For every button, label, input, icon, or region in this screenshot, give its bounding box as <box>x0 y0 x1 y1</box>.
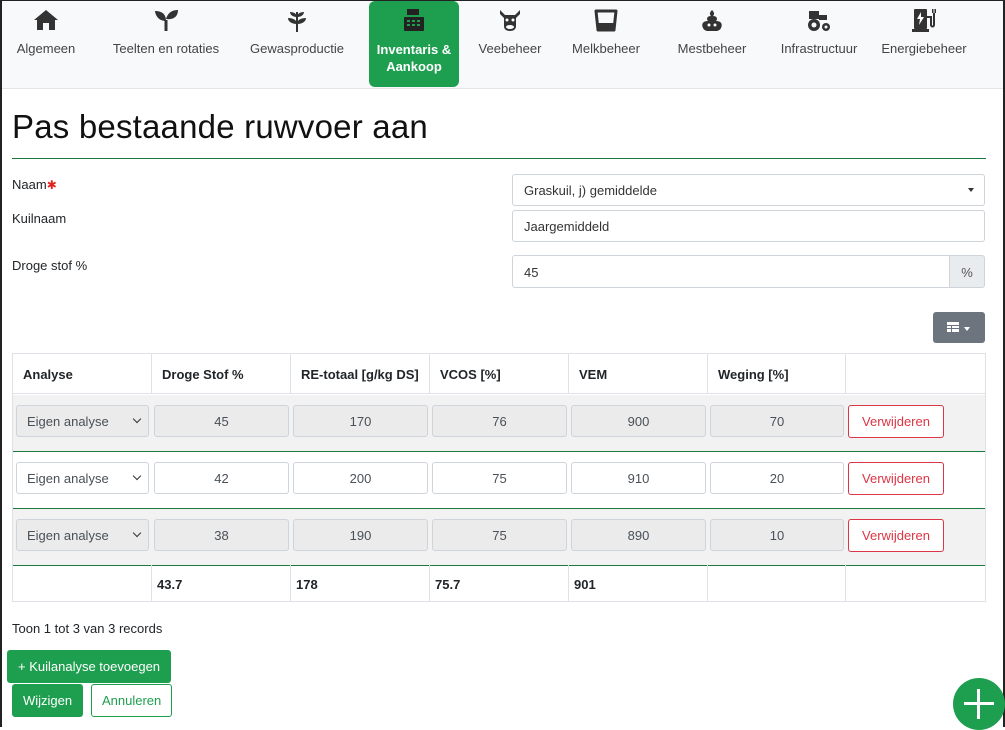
chevron-down-icon <box>132 471 142 481</box>
col-header-weging[interactable]: Weging [%] <box>708 354 846 394</box>
delete-row-button[interactable]: Verwijderen <box>848 519 944 552</box>
nav-teelten[interactable]: Teelten en rotaties <box>96 1 236 87</box>
vcos-input[interactable]: 76 <box>432 405 567 437</box>
re-totaal-input[interactable]: 200 <box>293 462 428 494</box>
col-header-analyse[interactable]: Analyse <box>13 354 152 394</box>
manure-icon <box>670 7 754 41</box>
nav-algemeen[interactable]: Algemeen <box>8 1 84 87</box>
caret-down-icon <box>964 327 970 331</box>
nav-label: Energiebeheer <box>881 41 967 56</box>
nav-label: Mestbeheer <box>677 41 747 56</box>
caret-down-icon <box>968 188 974 192</box>
nav-label: Teelten en rotaties <box>112 41 220 56</box>
weging-input[interactable]: 20 <box>710 462 844 494</box>
total-weging <box>708 565 846 601</box>
kuilnaam-label: Kuilnaam <box>12 211 67 226</box>
weging-input[interactable]: 10 <box>710 519 844 551</box>
droge-stof-input[interactable]: 38 <box>154 519 289 551</box>
cash-register-icon <box>369 7 459 41</box>
nav-melkbeheer[interactable]: Melkbeheer <box>564 1 648 87</box>
add-analysis-button[interactable]: + Kuilanalyse toevoegen <box>7 650 172 683</box>
nav-label: Veebeheer <box>478 41 542 56</box>
nav-label: Algemeen <box>16 41 76 56</box>
kuilnaam-input[interactable]: Jaargemiddeld <box>512 210 985 242</box>
col-header-re-totaal[interactable]: RE-totaal [g/kg DS] <box>291 354 430 394</box>
table-row: Eigen analyse 45 170 76 900 70 Verwijder… <box>13 395 985 452</box>
vcos-input[interactable]: 75 <box>432 519 567 551</box>
col-header-droge-stof[interactable]: Droge Stof % <box>152 354 291 394</box>
delete-row-button[interactable]: Verwijderen <box>848 462 944 495</box>
naam-select[interactable]: Graskuil, j) gemiddelde <box>512 174 985 206</box>
charging-station-icon <box>872 7 976 41</box>
weging-input[interactable]: 70 <box>710 405 844 437</box>
analyse-select[interactable]: Eigen analyse <box>16 519 149 551</box>
nav-gewasproductie[interactable]: Gewasproductie <box>246 1 348 87</box>
nav-mestbeheer[interactable]: Mestbeheer <box>670 1 754 87</box>
home-icon <box>8 7 84 41</box>
top-navigation: Algemeen Teelten en rotaties Gewasproduc… <box>2 1 1003 89</box>
title-divider <box>12 158 986 159</box>
col-header-vcos[interactable]: VCOS [%] <box>430 354 569 394</box>
drogestof-label: Droge stof % <box>12 258 88 273</box>
add-fab-button[interactable] <box>953 678 1005 730</box>
naam-select-value: Graskuil, j) gemiddelde <box>524 183 657 198</box>
nav-energiebeheer[interactable]: Energiebeheer <box>872 1 976 87</box>
droge-stof-input[interactable]: 45 <box>154 405 289 437</box>
total-analyse <box>13 565 152 601</box>
tractor-icon <box>772 7 866 41</box>
table-row: Eigen analyse 38 190 75 890 10 Verwijder… <box>13 509 985 566</box>
nav-label: Inventaris & Aankoop <box>376 42 452 74</box>
cow-icon <box>474 7 546 41</box>
chevron-down-icon <box>132 414 142 424</box>
page-title: Pas bestaande ruwvoer aan <box>12 108 428 145</box>
total-vem: 901 <box>569 565 708 601</box>
vem-input[interactable]: 890 <box>571 519 706 551</box>
nav-label: Gewasproductie <box>250 41 344 56</box>
total-re-totaal: 178 <box>291 565 430 601</box>
percent-addon: % <box>949 255 985 288</box>
analyse-select[interactable]: Eigen analyse <box>16 405 149 437</box>
col-header-vem[interactable]: VEM <box>569 354 708 394</box>
table-row: Eigen analyse 42 200 75 910 20 Verwijder… <box>13 452 985 509</box>
col-header-actions <box>846 354 985 394</box>
nav-inventaris[interactable]: Inventaris & Aankoop <box>369 1 459 87</box>
analysis-table: Analyse Droge Stof % RE-totaal [g/kg DS]… <box>12 353 986 602</box>
vcos-input[interactable]: 75 <box>432 462 567 494</box>
delete-row-button[interactable]: Verwijderen <box>848 405 944 438</box>
total-vcos: 75.7 <box>430 565 569 601</box>
cancel-button[interactable]: Annuleren <box>91 684 173 717</box>
plant-icon <box>246 7 348 41</box>
table-footer-totals: 43.7 178 75.7 901 <box>13 565 985 601</box>
save-button[interactable]: Wijzigen <box>12 684 84 717</box>
table-header: Analyse Droge Stof % RE-totaal [g/kg DS]… <box>13 354 985 394</box>
nav-label: Infrastructuur <box>780 41 858 56</box>
table-icon <box>947 322 959 332</box>
naam-label: Naam✱ <box>12 177 57 192</box>
re-totaal-input[interactable]: 170 <box>293 405 428 437</box>
total-actions <box>846 565 985 601</box>
bucket-icon <box>564 7 648 41</box>
total-droge-stof: 43.7 <box>152 565 291 601</box>
vem-input[interactable]: 910 <box>571 462 706 494</box>
vem-input[interactable]: 900 <box>571 405 706 437</box>
droge-stof-input[interactable]: 42 <box>154 462 289 494</box>
nav-veebeheer[interactable]: Veebeheer <box>474 1 546 87</box>
nav-label: Melkbeheer <box>572 41 640 56</box>
required-asterisk: ✱ <box>46 178 57 192</box>
analyse-select[interactable]: Eigen analyse <box>16 462 149 494</box>
column-toggle-button[interactable] <box>933 312 985 343</box>
drogestof-input[interactable]: 45 <box>512 255 950 288</box>
records-info: Toon 1 tot 3 van 3 records <box>12 621 163 636</box>
chevron-down-icon <box>132 528 142 538</box>
re-totaal-input[interactable]: 190 <box>293 519 428 551</box>
sprout-icon <box>96 7 236 41</box>
nav-infrastructuur[interactable]: Infrastructuur <box>772 1 866 87</box>
